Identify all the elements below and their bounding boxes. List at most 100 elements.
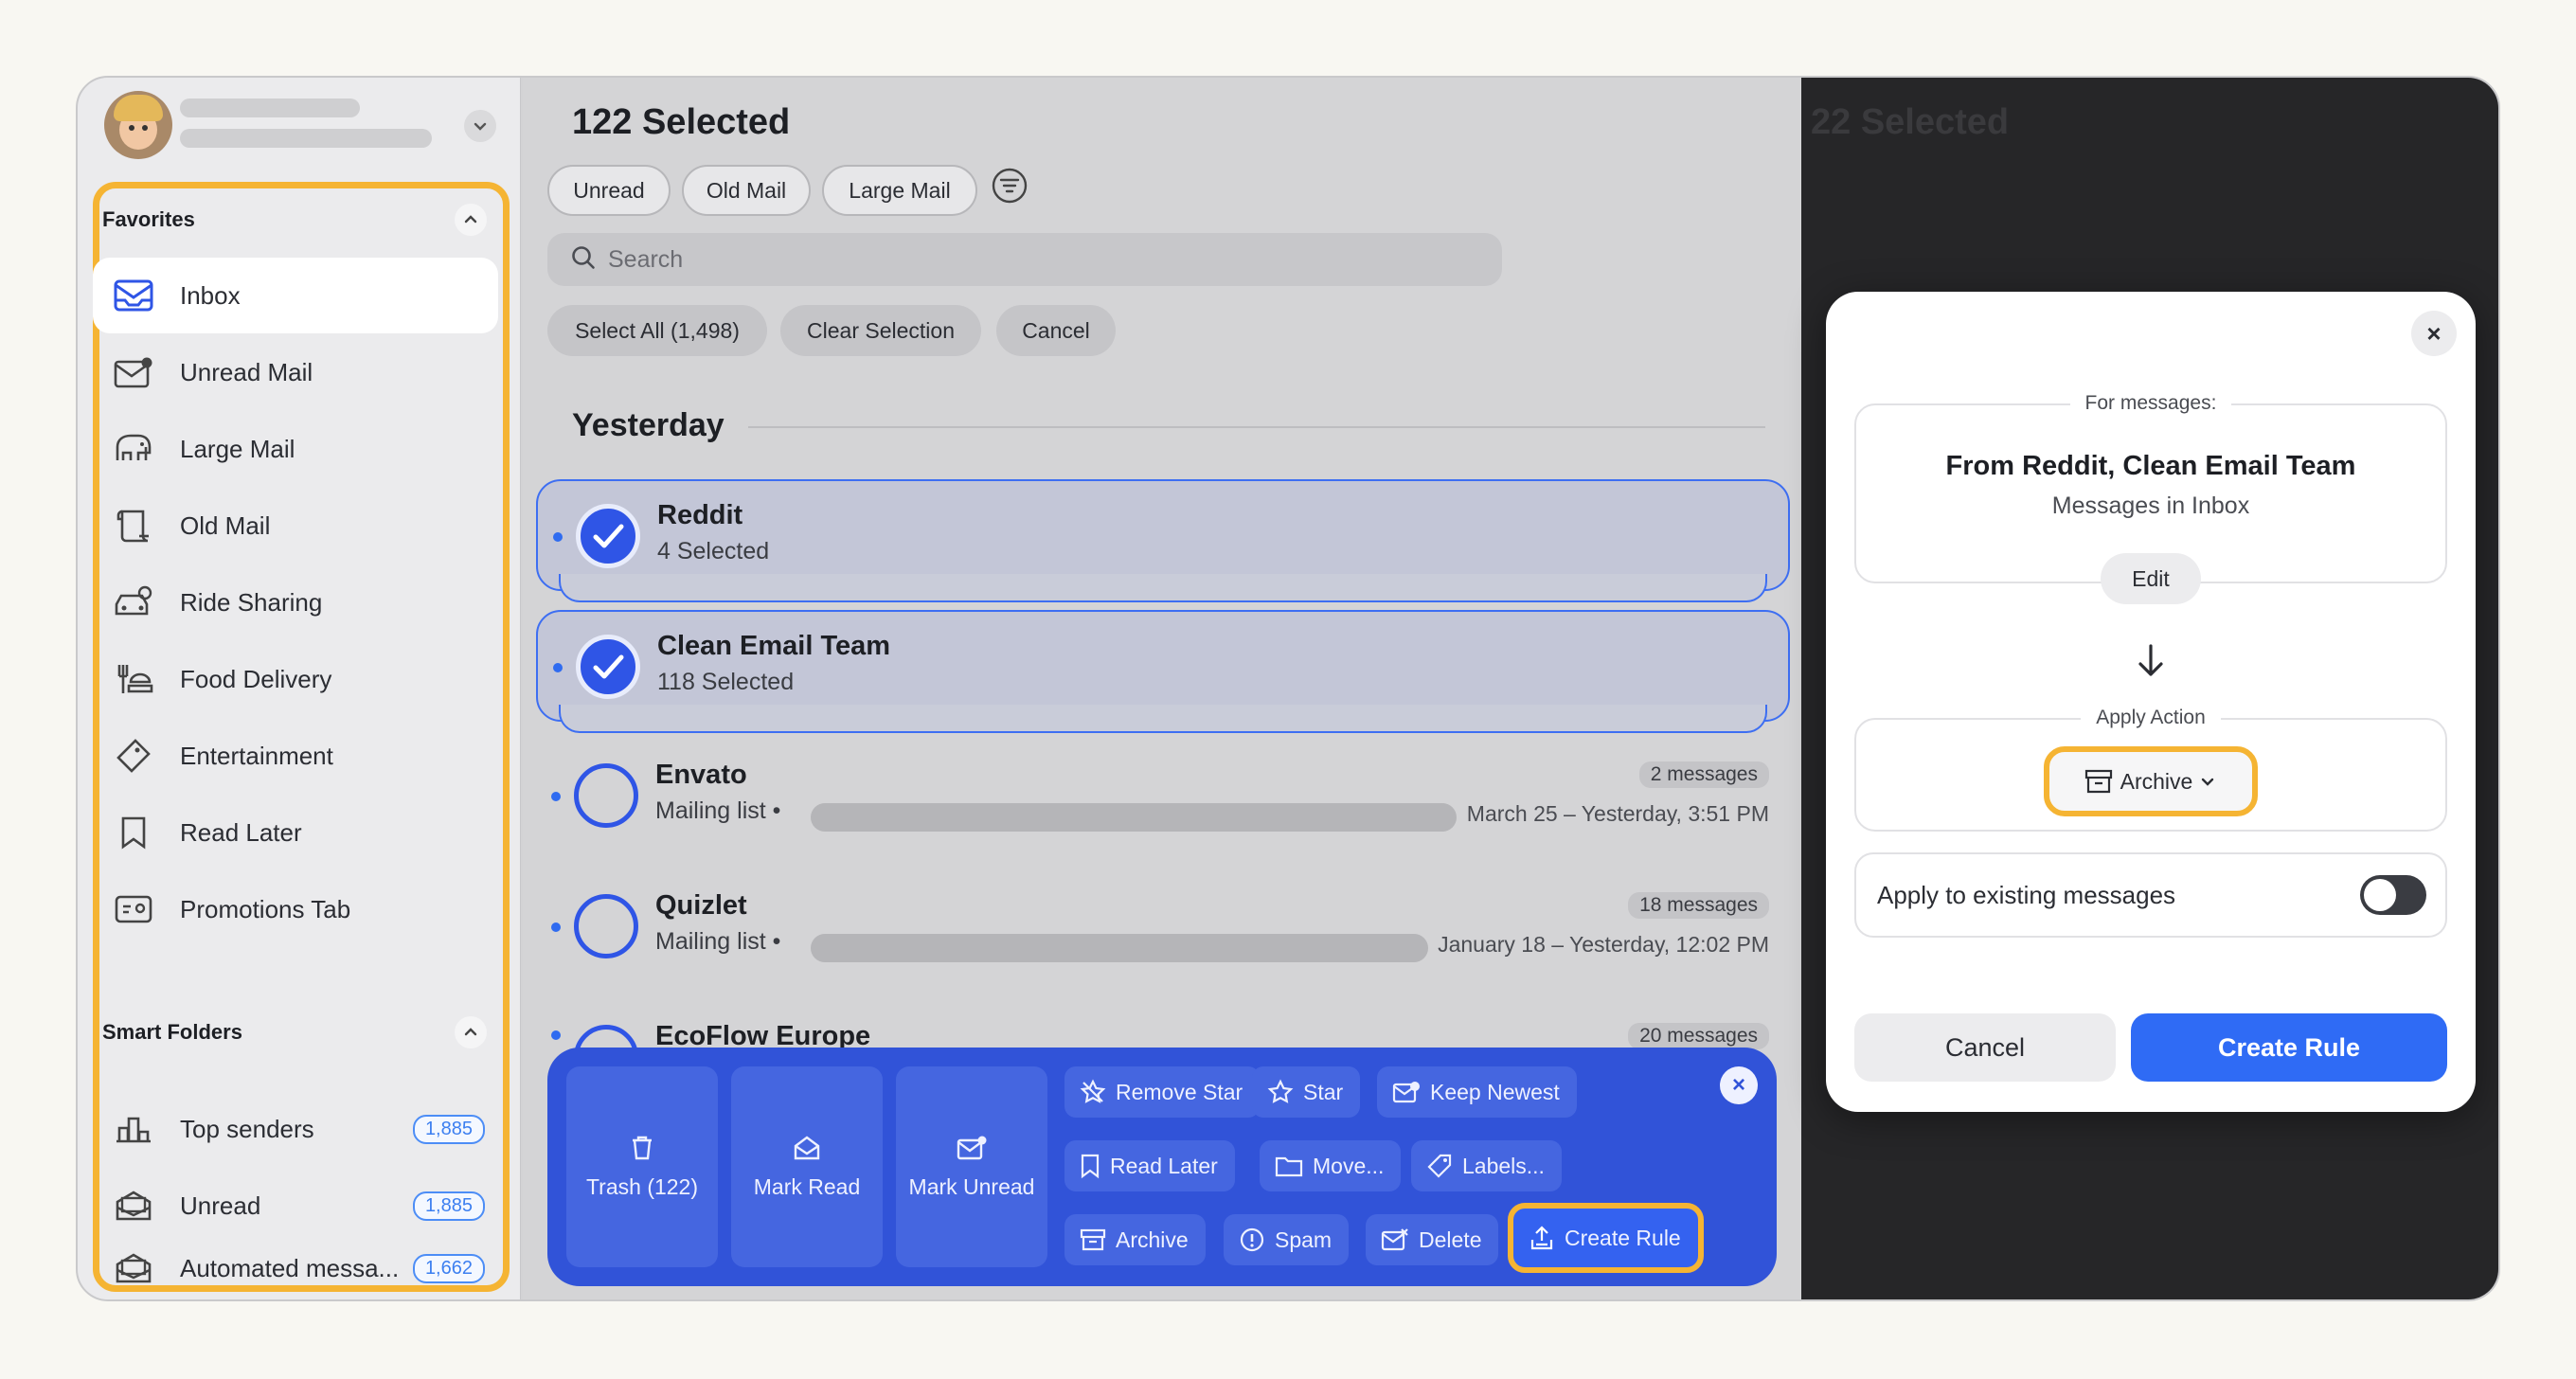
- sidebar-item-label: Large Mail: [180, 434, 295, 463]
- ghost-title: 22 Selected: [1811, 102, 2010, 142]
- folder-icon: [1275, 1156, 1303, 1177]
- sidebar-item-large-mail[interactable]: Large Mail: [93, 411, 498, 487]
- sidebar-item-inbox[interactable]: Inbox: [93, 258, 498, 333]
- chevron-up-icon[interactable]: [455, 1016, 487, 1048]
- scroll-icon: [112, 504, 155, 547]
- check-icon[interactable]: [576, 635, 640, 699]
- mark-unread-label: Mark Unread: [908, 1173, 1035, 1199]
- create-rule-label: Create Rule: [1565, 1225, 1681, 1250]
- check-icon[interactable]: [576, 504, 640, 568]
- delete-label: Delete: [1419, 1227, 1482, 1252]
- sidebar-item-old-mail[interactable]: Old Mail: [93, 488, 498, 564]
- keep-newest-icon: [1392, 1082, 1420, 1103]
- top-senders-icon: [112, 1107, 155, 1151]
- date-range: January 18 – Yesterday, 12:02 PM: [1438, 932, 1769, 957]
- date-section-header: Yesterday: [572, 407, 724, 443]
- unread-dot: [553, 532, 563, 542]
- delete-button[interactable]: Delete: [1366, 1214, 1499, 1265]
- close-icon[interactable]: ×: [2411, 311, 2457, 356]
- remove-star-button[interactable]: Remove Star: [1064, 1066, 1261, 1118]
- mark-read-label: Mark Read: [753, 1173, 861, 1199]
- sidebar-item-read-later[interactable]: Read Later: [93, 795, 498, 870]
- smart-folders-title: Smart Folders: [102, 1020, 242, 1044]
- filter-chip-large-mail[interactable]: Large Mail: [822, 165, 977, 216]
- chevron-up-icon[interactable]: [455, 204, 487, 236]
- sidebar-item-label: Read Later: [180, 817, 302, 847]
- sidebar-item-top-senders[interactable]: Top senders 1,885: [93, 1091, 498, 1167]
- sidebar-item-unread[interactable]: Unread 1,885: [93, 1168, 498, 1244]
- sidebar-item-label: Top senders: [180, 1114, 314, 1143]
- apply-existing-toggle[interactable]: [2360, 875, 2426, 915]
- smart-folders-header: Smart Folders: [93, 1013, 491, 1051]
- cancel-selection-button[interactable]: Cancel: [996, 305, 1116, 356]
- select-circle[interactable]: [574, 894, 638, 958]
- apply-existing-label: Apply to existing messages: [1877, 880, 2176, 909]
- remove-star-label: Remove Star: [1116, 1079, 1243, 1104]
- trash-button[interactable]: Trash (122): [566, 1066, 718, 1267]
- create-rule-button[interactable]: Create Rule: [1508, 1203, 1704, 1273]
- archive-icon: [1080, 1228, 1106, 1251]
- spam-label: Spam: [1275, 1227, 1333, 1252]
- sidebar-item-label: Promotions Tab: [180, 894, 351, 923]
- apply-existing-row: Apply to existing messages: [1854, 852, 2447, 938]
- create-rule-dialog: × For messages: From Reddit, Clean Email…: [1826, 292, 2476, 1112]
- preview-placeholder: [811, 803, 1457, 832]
- filter-chip-unread[interactable]: Unread: [547, 165, 671, 216]
- labels-button[interactable]: Labels...: [1411, 1140, 1562, 1191]
- delete-mail-icon: [1381, 1228, 1408, 1251]
- create-rule-submit-button[interactable]: Create Rule: [2131, 1013, 2447, 1082]
- automated-icon: [112, 1246, 155, 1290]
- main-panel: 122 Selected Unread Old Mail Large Mail …: [523, 78, 1801, 1299]
- spam-icon: [1240, 1227, 1264, 1252]
- sender-row-envato[interactable]: Envato Mailing list • 2 messages March 2…: [536, 741, 1790, 852]
- clear-selection-button[interactable]: Clear Selection: [780, 305, 981, 356]
- read-later-button[interactable]: Read Later: [1064, 1140, 1235, 1191]
- sidebar-item-label: Unread: [180, 1191, 261, 1220]
- filter-chip-old-mail[interactable]: Old Mail: [682, 165, 811, 216]
- sender-row-clean-email-team[interactable]: Clean Email Team 118 Selected: [536, 610, 1790, 733]
- spam-button[interactable]: Spam: [1224, 1214, 1350, 1265]
- chevron-down-icon: [2202, 778, 2214, 786]
- sidebar-item-entertainment[interactable]: Entertainment: [93, 718, 498, 794]
- selection-count: 118 Selected: [657, 669, 795, 695]
- select-all-button[interactable]: Select All (1,498): [547, 305, 767, 356]
- sidebar-item-promotions-tab[interactable]: Promotions Tab: [93, 871, 498, 947]
- filter-icon[interactable]: [991, 167, 1029, 205]
- favorites-header: Favorites: [93, 201, 491, 239]
- edit-criteria-button[interactable]: Edit: [2101, 553, 2201, 604]
- sidebar-item-unread-mail[interactable]: Unread Mail: [93, 334, 498, 410]
- page-title: 122 Selected: [572, 102, 791, 142]
- bulk-action-bar: Trash (122) Mark Read Mark Unread Remove…: [547, 1048, 1777, 1286]
- star-button[interactable]: Star: [1252, 1066, 1361, 1118]
- select-circle[interactable]: [574, 763, 638, 828]
- trash-label: Trash (122): [585, 1173, 699, 1199]
- sidebar-item-label: Old Mail: [180, 510, 271, 540]
- bookmark-icon: [1081, 1154, 1100, 1179]
- mark-read-button[interactable]: Mark Read: [731, 1066, 883, 1267]
- move-button[interactable]: Move...: [1260, 1140, 1402, 1191]
- action-select[interactable]: Archive: [2044, 746, 2258, 816]
- mark-unread-button[interactable]: Mark Unread: [896, 1066, 1047, 1267]
- star-icon: [1267, 1079, 1294, 1103]
- chevron-down-icon[interactable]: [464, 110, 496, 142]
- sender-type: Mailing list •: [655, 928, 781, 955]
- account-switcher[interactable]: [104, 91, 502, 159]
- sender-row-reddit[interactable]: Reddit 4 Selected: [536, 479, 1790, 602]
- cancel-button[interactable]: Cancel: [1854, 1013, 2116, 1082]
- apply-action-label: Apply Action: [1856, 707, 2445, 729]
- search-input[interactable]: Search: [547, 233, 1502, 286]
- sidebar-item-automated-messages[interactable]: Automated messa... 1,662: [93, 1245, 498, 1292]
- rule-scope: Messages in Inbox: [2051, 492, 2250, 519]
- sidebar-item-label: Food Delivery: [180, 664, 332, 693]
- keep-newest-button[interactable]: Keep Newest: [1377, 1066, 1577, 1118]
- labels-label: Labels...: [1462, 1153, 1545, 1178]
- car-icon: [112, 581, 155, 624]
- archive-button[interactable]: Archive: [1064, 1214, 1206, 1265]
- sender-type: Mailing list •: [655, 797, 781, 824]
- message-count-badge: 18 messages: [1628, 892, 1769, 919]
- sidebar-item-food-delivery[interactable]: Food Delivery: [93, 641, 498, 717]
- sender-name: Quizlet: [655, 890, 747, 921]
- sidebar-item-ride-sharing[interactable]: Ride Sharing: [93, 564, 498, 640]
- sender-row-quizlet[interactable]: Quizlet Mailing list • 18 messages Janua…: [536, 871, 1790, 983]
- close-icon[interactable]: ×: [1720, 1066, 1758, 1104]
